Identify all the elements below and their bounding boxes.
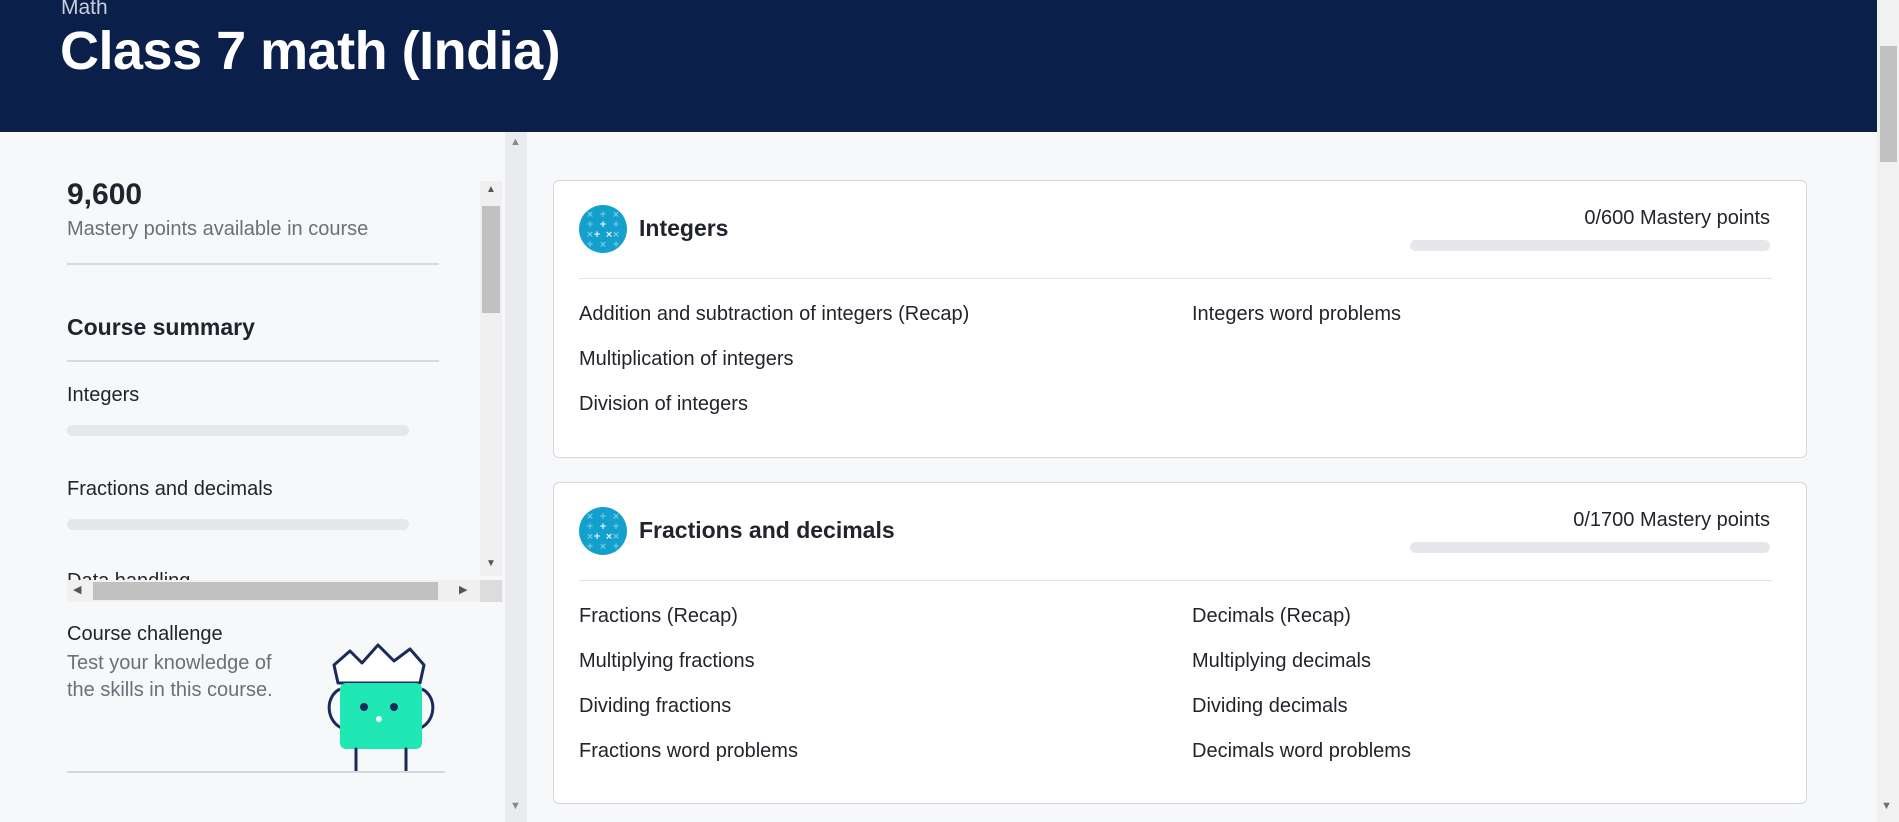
scroll-down-arrow-icon[interactable]: ▼: [486, 558, 496, 569]
svg-text:×: ×: [586, 512, 594, 522]
divider: [579, 580, 1772, 581]
course-header: Math Class 7 math (India): [0, 0, 1877, 132]
skill-link[interactable]: Dividing decimals: [1192, 695, 1348, 718]
unit-mastery-progress-bar: [1410, 240, 1770, 251]
unit-card-fractions-decimals: × + × + + + × + × × + × + Fractions and decimals …: [553, 482, 1807, 804]
skill-link[interactable]: Dividing fractions: [579, 695, 731, 718]
scroll-down-arrow-icon[interactable]: ▼: [1881, 800, 1892, 812]
course-challenge-character-illustration: [322, 643, 442, 775]
summary-unit-fractions-decimals[interactable]: Fractions and decimals: [67, 478, 273, 501]
sidebar-scrollbar[interactable]: ▲ ▼: [505, 132, 527, 822]
svg-text:+: +: [612, 220, 620, 230]
divider: [67, 263, 439, 265]
svg-text:×: ×: [612, 230, 620, 240]
svg-text:×: ×: [612, 512, 620, 522]
skill-link[interactable]: Division of integers: [579, 393, 748, 416]
course-summary-list: Integers Fractions and decimals Data han…: [0, 362, 480, 582]
scrollbar-corner: [480, 580, 502, 602]
unit-card-integers: × + × + + + × + × × + × + Integers 0/600 Mastery …: [553, 180, 1807, 458]
mastery-points-total: 9,600: [67, 178, 143, 211]
svg-text:+: +: [612, 542, 620, 552]
divider: [579, 278, 1772, 279]
summary-unit-integers[interactable]: Integers: [67, 384, 139, 407]
svg-text:+: +: [599, 522, 607, 532]
skill-link[interactable]: Multiplying decimals: [1192, 650, 1371, 673]
svg-text:×: ×: [599, 542, 607, 552]
math-operations-icon: × + × + + + × + × × + × +: [579, 205, 627, 253]
skill-link[interactable]: Addition and subtraction of integers (Re…: [579, 303, 969, 326]
summary-unit-progress-bar: [67, 519, 409, 530]
page-scrollbar[interactable]: ▼: [1877, 0, 1899, 822]
unit-title[interactable]: Fractions and decimals: [639, 517, 895, 544]
svg-text:+: +: [599, 210, 607, 220]
svg-text:+: +: [586, 220, 594, 230]
divider: [67, 771, 445, 773]
summary-list-horizontal-scrollbar[interactable]: ◀ ▶: [67, 580, 503, 602]
unit-mastery-points: 0/1700 Mastery points: [1573, 509, 1770, 531]
summary-unit-progress-bar: [67, 425, 409, 436]
skill-link[interactable]: Multiplication of integers: [579, 348, 794, 371]
svg-text:×: ×: [612, 210, 620, 220]
svg-text:×: ×: [612, 532, 620, 542]
summary-scrollbar-thumb[interactable]: [482, 206, 500, 313]
scroll-down-arrow-icon[interactable]: ▼: [510, 800, 521, 812]
scroll-up-arrow-icon[interactable]: ▲: [510, 136, 521, 148]
page-title: Class 7 math (India): [60, 21, 561, 81]
subject-breadcrumb[interactable]: Math: [61, 0, 108, 20]
svg-text:+: +: [593, 230, 601, 240]
svg-text:×: ×: [599, 240, 607, 250]
scroll-left-arrow-icon[interactable]: ◀: [73, 583, 81, 596]
svg-text:+: +: [593, 532, 601, 542]
scroll-right-arrow-icon[interactable]: ▶: [459, 583, 467, 596]
summary-list-vertical-scrollbar[interactable]: ▲ ▼: [480, 181, 502, 576]
svg-text:+: +: [599, 220, 607, 230]
skill-link[interactable]: Fractions (Recap): [579, 605, 738, 628]
course-challenge-title[interactable]: Course challenge: [67, 623, 223, 646]
course-challenge-description: Test your knowledge of the skills in thi…: [67, 652, 273, 701]
page-scrollbar-thumb[interactable]: [1880, 46, 1897, 162]
skill-link[interactable]: Integers word problems: [1192, 303, 1401, 326]
skill-link[interactable]: Multiplying fractions: [579, 650, 755, 673]
svg-text:+: +: [586, 522, 594, 532]
math-operations-icon: × + × + + + × + × × + × +: [579, 507, 627, 555]
svg-text:+: +: [586, 240, 594, 250]
scroll-up-arrow-icon[interactable]: ▲: [486, 184, 496, 195]
unit-mastery-progress-bar: [1410, 542, 1770, 553]
summary-hscrollbar-thumb[interactable]: [93, 582, 438, 600]
svg-text:+: +: [599, 512, 607, 522]
svg-text:+: +: [612, 240, 620, 250]
svg-text:+: +: [612, 522, 620, 532]
skill-link[interactable]: Fractions word problems: [579, 740, 798, 763]
skill-link[interactable]: Decimals (Recap): [1192, 605, 1351, 628]
unit-mastery-points: 0/600 Mastery points: [1584, 207, 1770, 229]
svg-text:+: +: [586, 542, 594, 552]
skill-link[interactable]: Decimals word problems: [1192, 740, 1411, 763]
unit-title[interactable]: Integers: [639, 215, 728, 242]
course-summary-heading: Course summary: [67, 314, 255, 340]
svg-text:×: ×: [586, 210, 594, 220]
mastery-points-label: Mastery points available in course: [67, 218, 369, 240]
